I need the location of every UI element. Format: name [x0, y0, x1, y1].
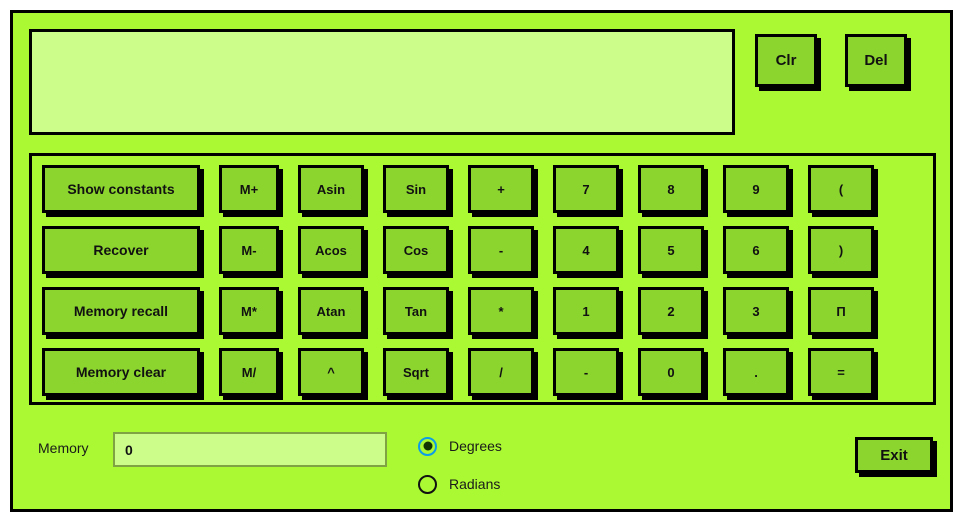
close-paren-button[interactable]: ) — [808, 226, 874, 274]
expression-display-value — [32, 32, 732, 44]
radio-degrees[interactable]: Degrees — [418, 431, 598, 461]
cos-button[interactable]: Cos — [383, 226, 449, 274]
equals-button[interactable]: = — [808, 348, 874, 396]
atan-button[interactable]: Atan — [298, 287, 364, 335]
digit-8-button[interactable]: 8 — [638, 165, 704, 213]
memory-multiply-button[interactable]: M* — [219, 287, 279, 335]
memory-label: Memory — [38, 440, 89, 456]
digit-0-button[interactable]: 0 — [638, 348, 704, 396]
calculator-window: Clr Del Show constants M+ Asin Sin +7 8 9 ( Reco… — [10, 10, 953, 512]
acos-button[interactable]: Acos — [298, 226, 364, 274]
negate-button[interactable]: - — [553, 348, 619, 396]
exit-button[interactable]: Exit — [855, 437, 933, 473]
asin-button[interactable]: Asin — [298, 165, 364, 213]
memory-divide-button[interactable]: M/ — [219, 348, 279, 396]
radio-radians-label: Radians — [449, 476, 501, 492]
expression-display[interactable] — [29, 29, 735, 135]
memory-recall-button[interactable]: Memory recall — [42, 287, 200, 335]
radio-degrees-label: Degrees — [449, 438, 502, 454]
recover-button[interactable]: Recover — [42, 226, 200, 274]
digit-4-button[interactable]: 4 — [553, 226, 619, 274]
pi-button[interactable]: П — [808, 287, 874, 335]
radio-radians-mark[interactable] — [418, 474, 437, 494]
memory-input[interactable] — [113, 432, 387, 467]
sqrt-button[interactable]: Sqrt — [383, 348, 449, 396]
memory-subtract-button[interactable]: M- — [219, 226, 279, 274]
sin-button[interactable]: Sin — [383, 165, 449, 213]
digit-2-button[interactable]: 2 — [638, 287, 704, 335]
tan-button[interactable]: Tan — [383, 287, 449, 335]
radio-radians[interactable]: Radians — [418, 469, 598, 499]
memory-add-button[interactable]: M+ — [219, 165, 279, 213]
divide-button[interactable]: / — [468, 348, 534, 396]
keypad-grid: Show constants M+ Asin Sin +7 8 9 ( Recover M- Aco… — [42, 165, 926, 397]
power-button[interactable]: ^ — [298, 348, 364, 396]
digit-7-button[interactable]: 7 — [553, 165, 619, 213]
clear-button[interactable]: Clr — [755, 34, 817, 87]
memory-clear-button[interactable]: Memory clear — [42, 348, 200, 396]
angle-mode-group: Degrees Radians — [418, 431, 598, 507]
digit-9-button[interactable]: 9 — [723, 165, 789, 213]
radio-degrees-mark[interactable] — [418, 436, 437, 456]
show-constants-button[interactable]: Show constants — [42, 165, 200, 213]
plus-button[interactable]: + — [468, 165, 534, 213]
digit-1-button[interactable]: 1 — [553, 287, 619, 335]
multiply-button[interactable]: * — [468, 287, 534, 335]
delete-button[interactable]: Del — [845, 34, 907, 87]
open-paren-button[interactable]: ( — [808, 165, 874, 213]
keypad-panel: Show constants M+ Asin Sin +7 8 9 ( Recover M- Aco… — [29, 153, 936, 405]
minus-button[interactable]: - — [468, 226, 534, 274]
digit-6-button[interactable]: 6 — [723, 226, 789, 274]
digit-5-button[interactable]: 5 — [638, 226, 704, 274]
decimal-point-button[interactable]: . — [723, 348, 789, 396]
digit-3-button[interactable]: 3 — [723, 287, 789, 335]
